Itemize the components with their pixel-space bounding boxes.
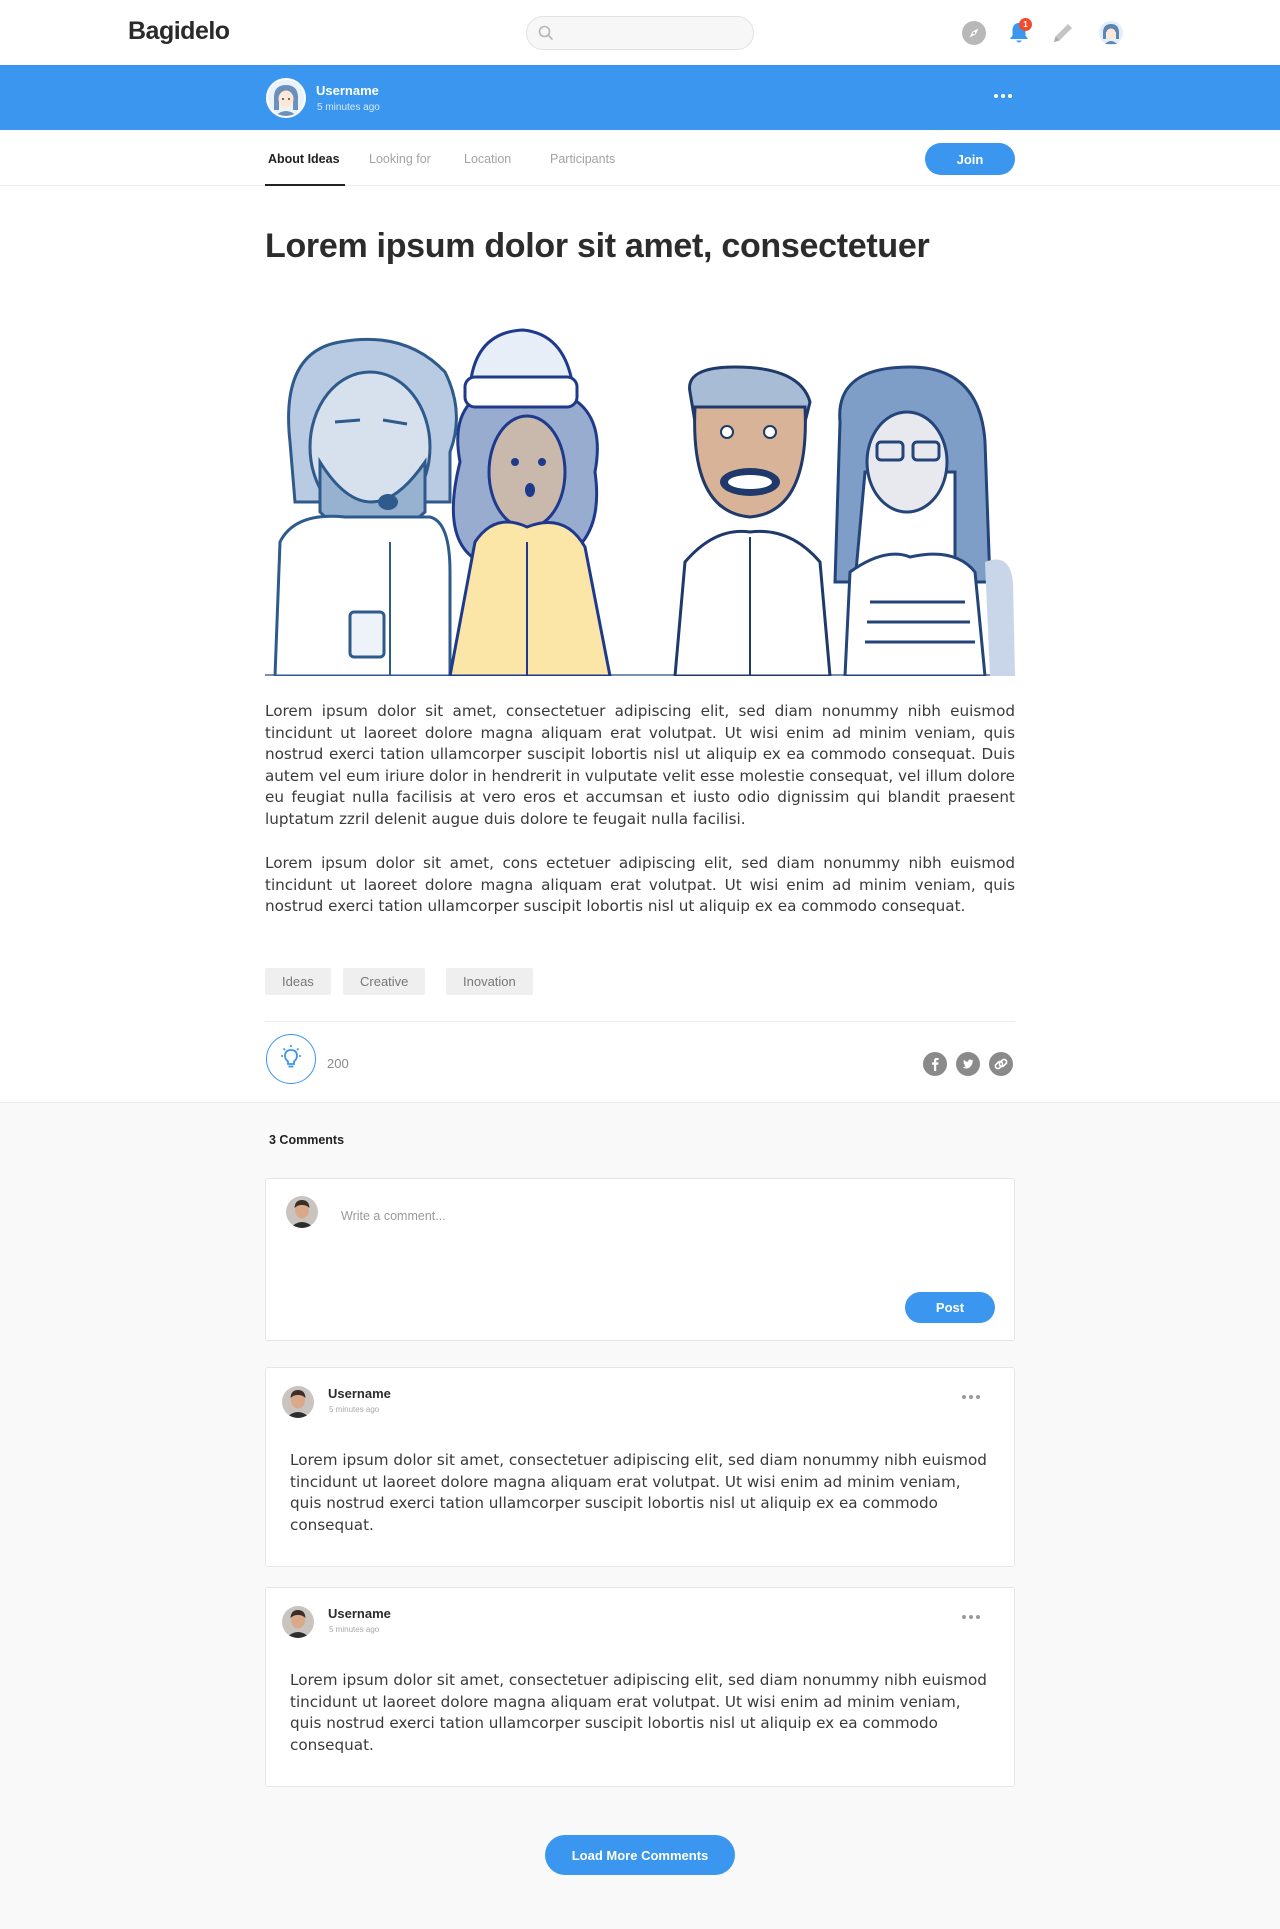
facebook-share-button[interactable] bbox=[923, 1052, 947, 1076]
comment-text: Lorem ipsum dolor sit amet, consectetuer… bbox=[290, 1671, 987, 1754]
top-navigation: Bagidelo 1 bbox=[0, 0, 1280, 65]
notification-badge: 1 bbox=[1019, 18, 1032, 31]
avatar-icon[interactable] bbox=[1098, 20, 1124, 46]
author-avatar[interactable] bbox=[266, 78, 306, 118]
facebook-icon bbox=[932, 1058, 939, 1071]
tab-looking-for[interactable]: Looking for bbox=[369, 152, 431, 166]
commenter-username[interactable]: Username bbox=[328, 1606, 391, 1621]
commenter-avatar[interactable] bbox=[282, 1386, 314, 1418]
comment-timestamp: 5 minutes ago bbox=[329, 1625, 380, 1634]
logo[interactable]: Bagidelo bbox=[128, 17, 230, 46]
lightbulb-icon bbox=[281, 1045, 301, 1068]
author-avatar-illustration bbox=[268, 80, 304, 116]
tag-inovation[interactable]: Inovation bbox=[446, 968, 533, 995]
comment-timestamp: 5 minutes ago bbox=[329, 1405, 380, 1414]
article-paragraph: Lorem ipsum dolor sit amet, cons ectetue… bbox=[265, 854, 1015, 915]
author-bar bbox=[0, 65, 1280, 130]
post-comment-button[interactable]: Post bbox=[905, 1292, 995, 1323]
article-title: Lorem ipsum dolor sit amet, consectetuer bbox=[265, 227, 930, 265]
comment-compose-card bbox=[265, 1178, 1015, 1341]
author-timestamp: 5 minutes ago bbox=[317, 102, 380, 113]
tab-bar bbox=[0, 130, 1280, 186]
commenter-username[interactable]: Username bbox=[328, 1386, 391, 1401]
like-count: 200 bbox=[327, 1056, 349, 1071]
author-username[interactable]: Username bbox=[316, 83, 379, 98]
article-paragraph: Lorem ipsum dolor sit amet, consectetuer… bbox=[265, 702, 1015, 828]
pencil-icon[interactable] bbox=[1050, 20, 1076, 46]
search-box[interactable] bbox=[526, 16, 754, 50]
divider bbox=[265, 1021, 1015, 1022]
current-user-avatar bbox=[286, 1196, 318, 1228]
twitter-icon bbox=[962, 1059, 974, 1069]
tab-about-ideas[interactable]: About Ideas bbox=[268, 152, 340, 166]
comments-count: 3 Comments bbox=[269, 1133, 345, 1147]
load-more-comments-button[interactable]: Load More Comments bbox=[545, 1835, 735, 1875]
comment-input[interactable] bbox=[341, 1204, 941, 1228]
link-icon bbox=[994, 1058, 1008, 1070]
more-dots-icon[interactable] bbox=[961, 1392, 981, 1402]
tab-participants[interactable]: Participants bbox=[550, 152, 615, 166]
search-input[interactable] bbox=[561, 23, 741, 43]
twitter-share-button[interactable] bbox=[956, 1052, 980, 1076]
copy-link-button[interactable] bbox=[989, 1052, 1013, 1076]
active-tab-indicator bbox=[265, 184, 345, 186]
more-dots-icon[interactable] bbox=[961, 1612, 981, 1622]
search-icon bbox=[538, 25, 553, 40]
hero-illustration bbox=[265, 312, 1015, 676]
tab-location[interactable]: Location bbox=[464, 152, 511, 166]
compass-icon[interactable] bbox=[961, 20, 987, 46]
more-dots-icon[interactable] bbox=[992, 90, 1014, 102]
commenter-avatar[interactable] bbox=[282, 1606, 314, 1638]
tag-creative[interactable]: Creative bbox=[343, 968, 426, 995]
comment-text: Lorem ipsum dolor sit amet, consectetuer… bbox=[290, 1451, 987, 1534]
like-button[interactable] bbox=[266, 1034, 316, 1084]
tag-ideas[interactable]: Ideas bbox=[265, 968, 331, 995]
join-button[interactable]: Join bbox=[925, 143, 1015, 175]
